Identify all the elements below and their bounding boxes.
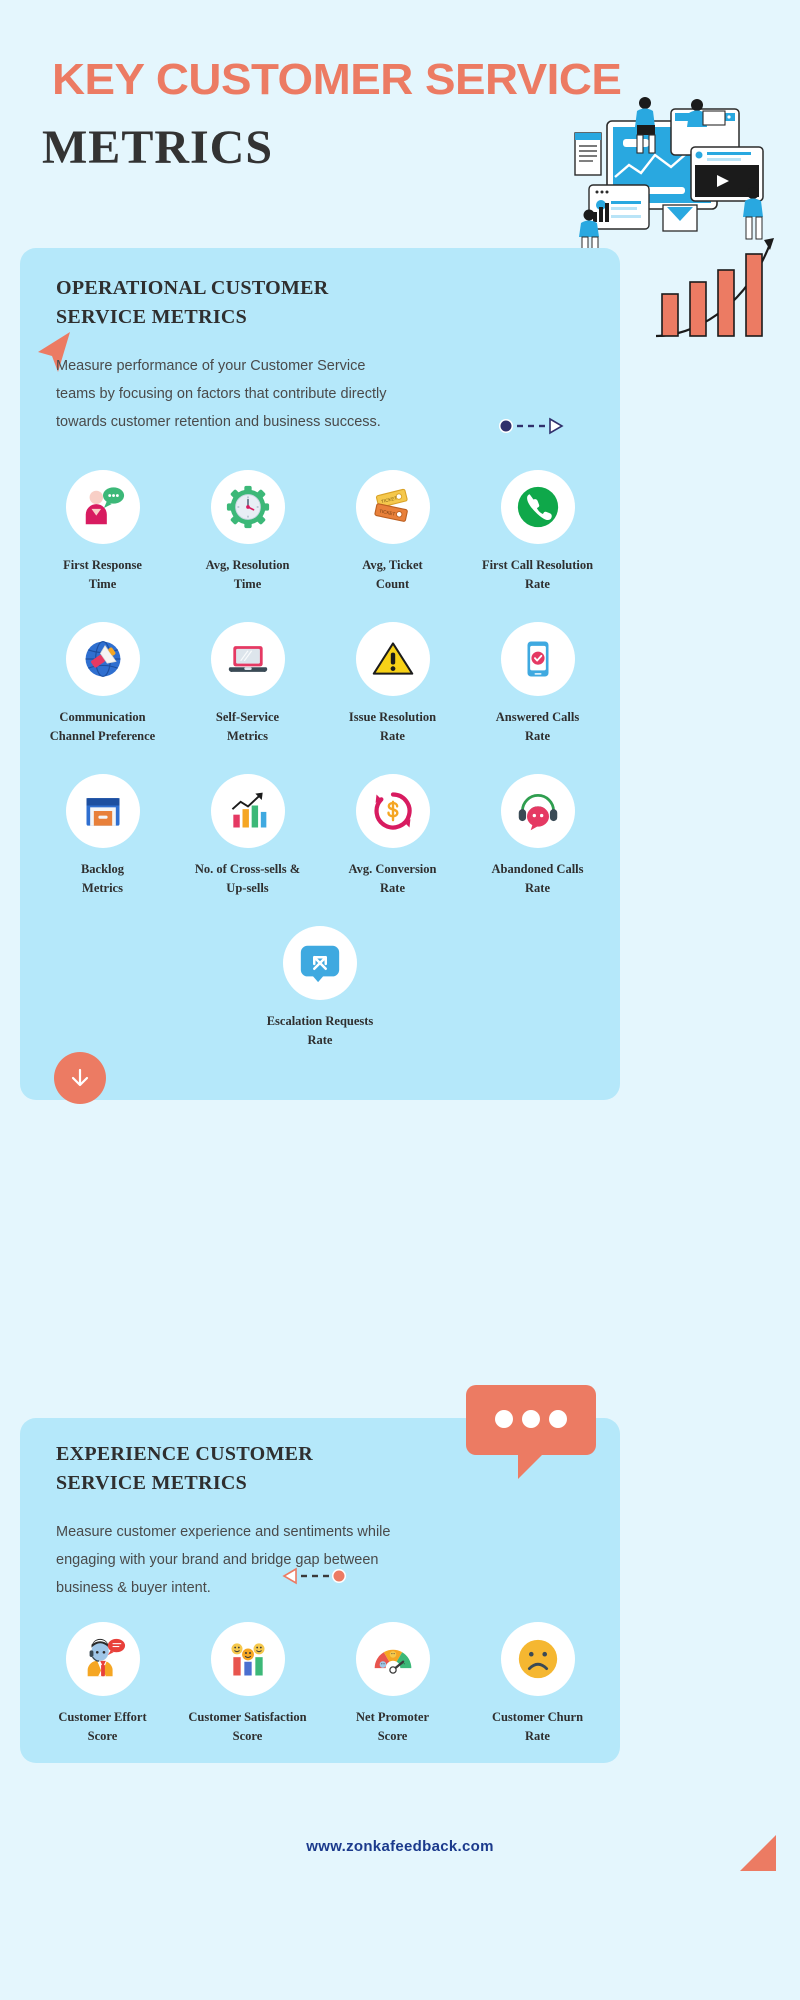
metric-label: Avg, Ticket Count [362, 558, 423, 591]
metric-item[interactable]: Issue Resolution Rate [320, 622, 465, 746]
dashboard-team-illustration-icon [574, 97, 764, 250]
metric-item[interactable]: Customer Effort Score [30, 1622, 175, 1746]
person-chat-icon [65, 470, 140, 544]
corner-triangle-icon [740, 1835, 776, 1871]
dashed-arrow-left-icon [282, 1567, 346, 1585]
metric-item[interactable]: Customer Churn Rate [465, 1622, 610, 1746]
page-title-line2: METRICS [42, 121, 274, 174]
dashed-arrow-right-icon [499, 417, 564, 435]
metric-item[interactable]: Avg, Resolution Time [175, 470, 320, 594]
operational-metrics-grid: First Response Time Avg, Resolution Time… [30, 470, 610, 1078]
clock-gear-icon [210, 470, 285, 544]
experience-metrics-grid: Customer Effort Score Customer Satisfact… [30, 1622, 610, 1774]
metric-item[interactable]: Backlog Metrics [30, 774, 175, 898]
metric-item[interactable]: Abandoned Calls Rate [465, 774, 610, 898]
metric-item[interactable]: First Call Resolution Rate [465, 470, 610, 594]
sad-face-icon [500, 1622, 575, 1696]
phone-call-icon [500, 470, 575, 544]
metric-item[interactable]: Net Promoter Score [320, 1622, 465, 1746]
metric-item[interactable]: TICKET TICKET Avg, Ticket Count [320, 470, 465, 594]
metric-label: First Call Resolution Rate [481, 558, 594, 591]
metric-label: Backlog Metrics [80, 862, 125, 895]
speech-bubble-icon [466, 1385, 596, 1479]
metric-item[interactable]: Escalation Requests Rate [248, 926, 393, 1050]
metric-item[interactable]: Customer Satisfaction Score [175, 1622, 320, 1746]
experience-card-title: EXPERIENCE CUSTOMER SERVICE METRICS [56, 1443, 314, 1494]
metric-item[interactable]: Answered Calls Rate [465, 622, 610, 746]
scroll-down-button[interactable] [54, 1052, 106, 1104]
globe-megaphone-icon [65, 622, 140, 696]
metric-label: No. of Cross-sells & Up-sells [194, 862, 301, 895]
headset-chat-icon [500, 774, 575, 848]
gauge-icon [355, 1622, 430, 1696]
metric-item[interactable]: Self-Service Metrics [175, 622, 320, 746]
laptop-icon [210, 622, 285, 696]
metric-label: Customer Churn Rate [491, 1710, 584, 1743]
page-title-line1: KEY CUSTOMER SERVICE [52, 55, 622, 104]
metric-label: Avg, Resolution Time [205, 558, 290, 591]
metric-label: Net Promoter Score [356, 1710, 429, 1743]
infographic-page: KEY CUSTOMER SERVICE METRICS OPERATIONAL… [0, 0, 800, 2000]
metric-label: First Response Time [63, 558, 142, 591]
metric-label: Escalation Requests Rate [266, 1014, 374, 1047]
tickets-icon: TICKET TICKET [355, 470, 430, 544]
metric-item[interactable]: Avg. Conversion Rate [320, 774, 465, 898]
metric-item[interactable]: No. of Cross-sells & Up-sells [175, 774, 320, 898]
currency-refresh-icon [355, 774, 430, 848]
metric-label: Self-Service Metrics [215, 710, 280, 743]
smiley-bars-icon [210, 1622, 285, 1696]
agent-headset-icon [65, 1622, 140, 1696]
experience-card-description: Measure customer experience and sentimen… [56, 1524, 391, 1596]
metric-label: Abandoned Calls Rate [491, 862, 584, 895]
metric-label: Customer Effort Score [58, 1710, 147, 1743]
metric-item[interactable]: First Response Time [30, 470, 175, 594]
metric-label: Avg. Conversion Rate [348, 862, 437, 895]
metric-label: Answered Calls Rate [495, 710, 580, 743]
growth-bar-chart-icon [655, 238, 774, 338]
operational-card-title: OPERATIONAL CUSTOMER SERVICE METRICS [56, 277, 329, 328]
escalation-arrows-icon [283, 926, 357, 1000]
arrow-down-icon [71, 1068, 89, 1087]
metric-label: Customer Satisfaction Score [188, 1710, 307, 1743]
footer-url[interactable]: www.zonkafeedback.com [0, 1838, 800, 1855]
archive-box-icon [65, 774, 140, 848]
bar-growth-icon [210, 774, 285, 848]
operational-card-description: Measure performance of your Customer Ser… [56, 358, 387, 430]
metric-item[interactable]: Communication Channel Preference [30, 622, 175, 746]
mobile-check-icon [500, 622, 575, 696]
metric-label: Communication Channel Preference [49, 710, 156, 743]
metric-label: Issue Resolution Rate [348, 710, 437, 743]
warning-triangle-icon [355, 622, 430, 696]
